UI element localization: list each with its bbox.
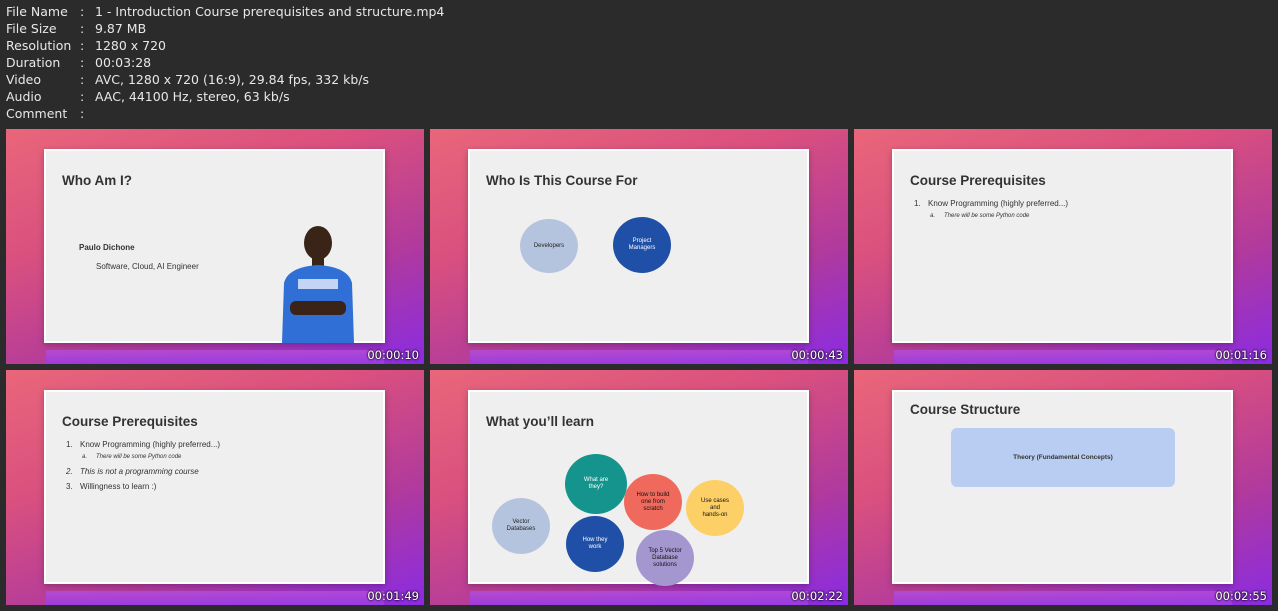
circle-developers: Developers bbox=[520, 219, 578, 273]
slide-title: Course Prerequisites bbox=[62, 414, 198, 429]
video-thumbnail[interactable]: What you’ll learn Vector Databases What … bbox=[430, 370, 848, 605]
slide-title: What you’ll learn bbox=[486, 414, 595, 429]
list-item: Willingness to learn :) bbox=[80, 482, 157, 491]
circle-build-from-scratch: How to build one from scratch bbox=[624, 474, 682, 530]
circle-top-5-solutions: Top 5 Vector Database solutions bbox=[636, 530, 694, 586]
list-number: 1. bbox=[66, 440, 73, 449]
timestamp: 00:00:10 bbox=[367, 348, 419, 362]
slide-title: Course Prerequisites bbox=[910, 173, 1046, 188]
list-item: Know Programming (highly preferred...) bbox=[928, 199, 1069, 208]
list-subitem: There will be some Python code bbox=[96, 454, 182, 460]
audio-value: AAC, 44100 Hz, stereo, 63 kb/s bbox=[95, 89, 290, 104]
presenter-role: Software, Cloud, AI Engineer bbox=[96, 262, 199, 271]
slide: Who Am I? Paulo Dichone Software, Cloud,… bbox=[44, 149, 385, 343]
thumbnail-grid: Who Am I? Paulo Dichone Software, Cloud,… bbox=[6, 129, 1272, 605]
list-item: This is not a programming course bbox=[80, 467, 199, 476]
slide: Course Prerequisites 1. Know Programming… bbox=[44, 390, 385, 584]
timestamp: 00:01:16 bbox=[1215, 348, 1267, 362]
slide: Course Structure Theory (Fundamental Con… bbox=[892, 390, 1233, 584]
file-info-row: File Name:1 - Introduction Course prereq… bbox=[6, 4, 445, 19]
slide-reflection bbox=[894, 591, 1232, 605]
file-info-row: Comment: bbox=[6, 106, 85, 121]
presenter-name: Paulo Dichone bbox=[79, 243, 135, 252]
file-info: File Name:1 - Introduction Course prereq… bbox=[6, 3, 444, 122]
list-number: 3. bbox=[66, 482, 73, 491]
slide-reflection bbox=[894, 350, 1232, 364]
video-thumbnail[interactable]: Course Prerequisites 1. Know Programming… bbox=[6, 370, 424, 605]
list-letter: a. bbox=[82, 454, 88, 460]
list-letter: a. bbox=[930, 213, 936, 219]
slide: What you’ll learn Vector Databases What … bbox=[468, 390, 809, 586]
circle-project-managers: Project Managers bbox=[613, 217, 671, 273]
file-info-row: Duration:00:03:28 bbox=[6, 55, 152, 70]
circle-vector-databases: Vector Databases bbox=[492, 498, 550, 554]
video-thumbnail[interactable]: Course Prerequisites 1. Know Programming… bbox=[854, 129, 1272, 364]
duration-value: 00:03:28 bbox=[95, 55, 152, 70]
file-info-row: Resolution:1280 x 720 bbox=[6, 38, 167, 53]
slide-title: Course Structure bbox=[910, 402, 1021, 417]
video-thumbnail[interactable]: Course Structure Theory (Fundamental Con… bbox=[854, 370, 1272, 605]
slide-reflection bbox=[46, 350, 384, 364]
list-number: 1. bbox=[914, 199, 921, 208]
slide-reflection bbox=[470, 350, 808, 364]
resolution-value: 1280 x 720 bbox=[95, 38, 167, 53]
circle-what-are-they: What are they? bbox=[565, 454, 627, 514]
file-name-value: 1 - Introduction Course prerequisites an… bbox=[95, 4, 445, 19]
slide-reflection bbox=[46, 591, 384, 605]
slide-reflection bbox=[470, 591, 808, 605]
timestamp: 00:01:49 bbox=[367, 589, 419, 603]
file-info-row: File Size:9.87 MB bbox=[6, 21, 147, 36]
file-size-value: 9.87 MB bbox=[95, 21, 147, 36]
timestamp: 00:00:43 bbox=[791, 348, 843, 362]
slide: Course Prerequisites 1. Know Programming… bbox=[892, 149, 1233, 343]
file-info-row: Video: AVC, 1280 x 720 (16:9), 29.84 fps,… bbox=[6, 72, 370, 87]
slide: Who Is This Course For Developers Projec… bbox=[468, 149, 809, 343]
video-value: AVC, 1280 x 720 (16:9), 29.84 fps, 332 k… bbox=[95, 72, 370, 87]
timestamp: 00:02:22 bbox=[791, 589, 843, 603]
list-item: Know Programming (highly preferred...) bbox=[80, 440, 221, 449]
circle-use-cases: Use cases and hands-on bbox=[686, 480, 744, 536]
theory-box: Theory (Fundamental Concepts) bbox=[951, 428, 1175, 487]
slide-title: Who Am I? bbox=[62, 173, 132, 188]
presenter-photo bbox=[282, 226, 354, 343]
video-thumbnail[interactable]: Who Am I? Paulo Dichone Software, Cloud,… bbox=[6, 129, 424, 364]
timestamp: 00:02:55 bbox=[1215, 589, 1267, 603]
list-number: 2. bbox=[66, 467, 73, 476]
circle-how-they-work: How they work bbox=[566, 516, 624, 572]
slide-title: Who Is This Course For bbox=[486, 173, 638, 188]
file-info-row: Audio: AAC, 44100 Hz, stereo, 63 kb/s bbox=[6, 89, 290, 104]
list-subitem: There will be some Python code bbox=[944, 213, 1030, 219]
video-thumbnail[interactable]: Who Is This Course For Developers Projec… bbox=[430, 129, 848, 364]
